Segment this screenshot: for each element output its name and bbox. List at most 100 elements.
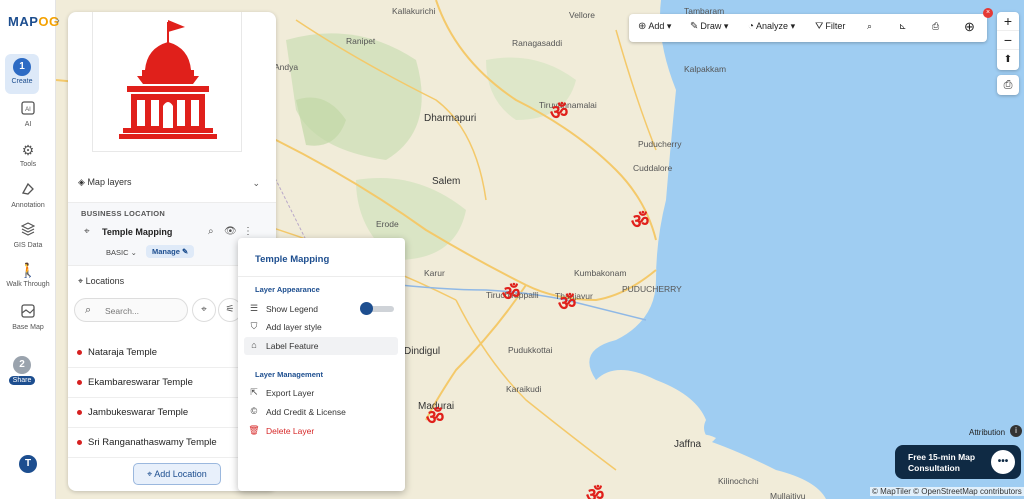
rail-item-annotation[interactable]: Annotation: [0, 182, 56, 209]
temple-marker[interactable]: ॐ: [426, 407, 444, 427]
temple-icon: [119, 20, 217, 139]
map-copyright: © MapTiler © OpenStreetMap contributors: [870, 487, 1024, 496]
place-label: Cuddalore: [633, 163, 673, 173]
menu-group-label: Layer Management: [255, 370, 323, 379]
add-credit-item[interactable]: © Add Credit & License: [244, 403, 398, 421]
chevron-down-icon[interactable]: ⌄: [252, 178, 260, 189]
show-legend-toggle[interactable]: [360, 302, 394, 315]
compass-icon[interactable]: ⬆: [997, 50, 1019, 69]
temple-marker[interactable]: ॐ: [631, 211, 649, 231]
pencil-icon: ✎: [690, 21, 699, 32]
step-number: 1: [13, 58, 31, 76]
zoom-out-button[interactable]: −: [997, 31, 1019, 50]
location-pin-icon: ⌖: [78, 276, 84, 286]
add-layer-style-item[interactable]: ⛉ Add layer style: [244, 318, 398, 336]
map-layers-header[interactable]: ◈ Map layers: [78, 177, 131, 188]
place-label: Dindigul: [404, 346, 441, 357]
rail-item-base-map[interactable]: Base Map: [0, 304, 56, 331]
menu-title: Temple Mapping: [255, 254, 330, 265]
place-label: Kumbakonam: [574, 268, 627, 278]
chevron-right-icon[interactable]: ›: [56, 15, 66, 29]
place-label: Erode: [376, 219, 399, 229]
business-location-label: BUSINESS LOCATION: [81, 209, 166, 218]
tag-icon: ⌂: [251, 340, 257, 350]
user-avatar[interactable]: T: [19, 455, 37, 473]
marker-dot: [77, 350, 82, 355]
marker-dot: [77, 380, 82, 385]
place-label: Kallakurichi: [392, 6, 436, 16]
temple-marker[interactable]: ॐ: [558, 293, 576, 313]
place-label: Andya: [274, 62, 299, 72]
filter-icon: ⛛: [815, 21, 824, 32]
step-create[interactable]: 1 Create: [5, 54, 39, 94]
menu-group-label: Layer Appearance: [255, 285, 320, 294]
plus-circle-icon: ⊕: [638, 21, 647, 32]
place-label: Jaffna: [674, 439, 702, 450]
print-icon[interactable]: ⎙: [932, 21, 939, 32]
app-logo[interactable]: MAPOG: [8, 14, 60, 29]
zoom-in-button[interactable]: +: [997, 12, 1019, 31]
search-icon: ⌕: [85, 304, 92, 316]
temple-marker[interactable]: ॐ: [586, 485, 604, 499]
svg-text:AI: AI: [25, 107, 31, 113]
place-label: Salem: [432, 176, 461, 187]
rail-item-ai[interactable]: AI AI: [0, 101, 56, 128]
list-icon: ☰: [249, 303, 259, 313]
analyze-button[interactable]: ◔ Analyze ▾: [748, 21, 795, 32]
visibility-eye-icon[interactable]: 👁: [224, 226, 237, 237]
add-location-button[interactable]: ⌖ Add Location: [133, 463, 221, 485]
zoom-to-layer-icon[interactable]: ⌕: [208, 226, 214, 237]
place-label: PUDUCHERRY: [622, 284, 682, 294]
place-label: Karaikudi: [506, 384, 542, 394]
divider: [238, 276, 405, 277]
step-share[interactable]: 2 Share: [5, 352, 39, 392]
measure-icon[interactable]: ⊾: [899, 21, 907, 32]
export-layer-item[interactable]: ⇱ Export Layer: [244, 384, 398, 402]
layer-style-select[interactable]: BASIC ⌄: [106, 248, 137, 257]
search-icon[interactable]: ⌕: [867, 21, 872, 32]
draw-button[interactable]: ✎ Draw ▾: [690, 21, 728, 32]
more-options-icon[interactable]: ⋮: [243, 226, 253, 237]
place-label: Mullaitivu: [770, 491, 806, 499]
step-number: 2: [13, 356, 31, 374]
delete-layer-item[interactable]: 🗑 Delete Layer: [244, 422, 398, 440]
locate-target-icon[interactable]: ⊕: [964, 19, 975, 35]
search-input[interactable]: Search...: [105, 306, 139, 316]
label-feature-item[interactable]: ⌂ Label Feature: [244, 337, 398, 355]
layer-context-menu: Temple Mapping Layer Appearance ☰ Show L…: [238, 238, 405, 491]
location-pin-icon: ⌖: [84, 226, 90, 237]
pie-chart-icon: ◔: [748, 21, 755, 32]
place-label: Puducherry: [638, 139, 682, 149]
annotation-icon: [0, 182, 56, 199]
locate-icon[interactable]: ⌖: [192, 298, 216, 322]
place-label: Vellore: [569, 10, 595, 20]
map-toolbar: ⊕ Add ▾ ✎ Draw ▾ ◔ Analyze ▾ ⛛ Filter ⌕ ⊾ ⎙ …: [629, 14, 987, 42]
location-search[interactable]: ⌕ Search...: [74, 298, 188, 322]
close-icon[interactable]: ×: [983, 8, 993, 18]
zoom-controls: + − ⬆: [997, 12, 1019, 70]
place-label: Karur: [424, 268, 445, 278]
export-icon: ⇱: [250, 387, 258, 397]
place-label: Ranipet: [346, 36, 376, 46]
step-label: Create: [11, 78, 33, 85]
tools-icon: ⚙: [21, 142, 35, 158]
consultation-banner[interactable]: Free 15-min Map Consultation •••: [895, 445, 1021, 479]
rail-item-tools[interactable]: ⚙ Tools: [0, 142, 56, 168]
temple-marker[interactable]: ॐ: [502, 283, 520, 303]
consultation-text: Free 15-min Map Consultation: [908, 452, 976, 473]
print-button[interactable]: ⎙: [997, 75, 1019, 95]
copyright-icon: ©: [250, 406, 258, 416]
base-map-icon: [0, 304, 56, 321]
manage-button[interactable]: Manage ✎: [146, 245, 195, 258]
layer-name[interactable]: Temple Mapping: [102, 227, 172, 237]
info-icon[interactable]: i: [1010, 425, 1022, 437]
rail-item-walk-through[interactable]: 🚶 Walk Through: [0, 262, 56, 288]
chat-icon[interactable]: •••: [991, 450, 1015, 474]
temple-marker[interactable]: ॐ: [550, 102, 568, 122]
marker-dot: [77, 440, 82, 445]
add-button[interactable]: ⊕ Add ▾: [638, 21, 671, 32]
rail-item-gis-data[interactable]: GIS Data: [0, 222, 56, 249]
filter-button[interactable]: ⛛ Filter: [815, 21, 845, 32]
location-pin-icon: ⌖: [147, 469, 153, 479]
attribution-label[interactable]: Attribution: [969, 428, 1005, 437]
